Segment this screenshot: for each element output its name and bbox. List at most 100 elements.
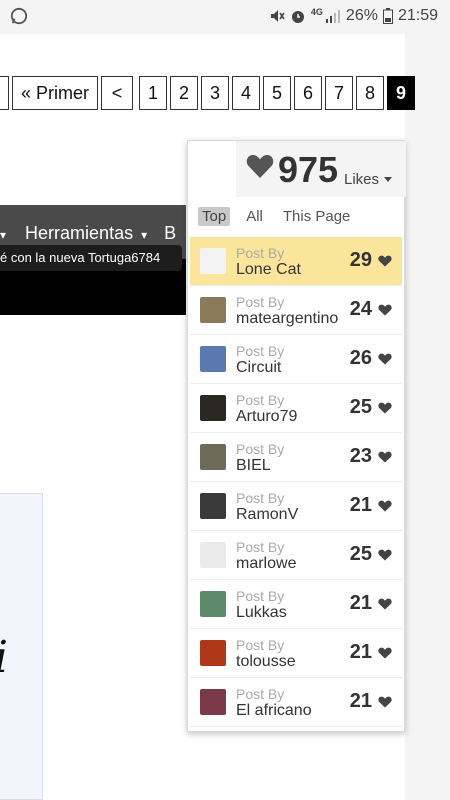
avatar[interactable] — [200, 297, 226, 323]
page-button-5[interactable]: 5 — [263, 76, 292, 110]
user-name[interactable]: tolousse — [236, 653, 296, 671]
page-button-4[interactable]: 4 — [232, 76, 261, 110]
signal-icon — [325, 10, 340, 23]
likes-label: Likes — [344, 171, 380, 188]
network-type: 4G — [310, 7, 323, 17]
heart-icon — [378, 549, 392, 561]
post-by-label: Post By — [236, 294, 285, 310]
battery-icon — [382, 8, 393, 24]
nav-item-herramientas[interactable]: Herramientas ▾ — [25, 223, 153, 243]
heart-icon — [378, 647, 392, 659]
user-name[interactable]: RamonV — [236, 506, 298, 524]
heart-icon — [246, 155, 274, 178]
post-by-label: Post By — [236, 637, 285, 653]
avatar[interactable] — [200, 493, 226, 519]
page-button-6[interactable]: 6 — [294, 76, 323, 110]
page-button-current[interactable]: 9 — [387, 76, 416, 110]
avatar[interactable] — [200, 346, 226, 372]
avatar[interactable] — [200, 395, 226, 421]
like-count: 21 — [349, 641, 372, 663]
heart-icon — [378, 353, 392, 365]
page-button-3[interactable]: 3 — [201, 76, 230, 110]
user-name[interactable]: mateargentino — [236, 310, 338, 328]
alarm-icon — [291, 11, 304, 23]
heart-icon — [378, 500, 392, 512]
list-item[interactable]: Post By BIEL 23 — [190, 433, 402, 482]
user-name[interactable]: Circuit — [236, 359, 281, 377]
list-item[interactable]: Post By Circuit 26 — [190, 335, 402, 384]
avatar[interactable] — [200, 640, 226, 666]
status-bar: 4G 26% 21:59 — [0, 0, 450, 34]
avatar[interactable] — [200, 689, 226, 715]
user-name[interactable]: BIEL — [236, 457, 271, 475]
like-count: 21 — [349, 494, 372, 516]
content-box: i — [0, 493, 43, 800]
news-ticker[interactable]: é con la nueva Tortuga6784 — [0, 245, 182, 271]
mute-icon — [270, 10, 285, 22]
user-name[interactable]: Lukkas — [236, 604, 287, 622]
tab-this-page[interactable]: This Page — [279, 207, 355, 226]
list-item[interactable]: Post By mateargentino 24 — [190, 286, 402, 335]
heart-icon — [378, 696, 392, 708]
user-name[interactable]: marlowe — [236, 555, 296, 573]
page-button-7[interactable]: 7 — [325, 76, 354, 110]
avatar[interactable] — [200, 542, 226, 568]
list-item[interactable]: Post By tolousse 21 — [190, 629, 402, 678]
list-item[interactable]: Post By Arturo79 25 — [190, 384, 402, 433]
partial-text: i — [0, 632, 8, 683]
nav-menu: ▾ Herramientas ▾ B — [0, 223, 182, 244]
likes-count: 975 — [278, 149, 339, 190]
avatar[interactable] — [200, 591, 226, 617]
user-name[interactable]: Lone Cat — [236, 261, 301, 279]
whatsapp-icon — [10, 7, 28, 25]
avatar[interactable] — [200, 444, 226, 470]
likes-tabs: Top All This Page — [198, 207, 354, 226]
likes-header[interactable]: 975 Likes — [236, 141, 406, 197]
battery-percent: 26% — [345, 7, 378, 24]
prev-page-button[interactable]: < — [101, 76, 134, 110]
likes-list: Post By Lone Cat 29 Post By mateargentino 24 P… — [190, 237, 402, 727]
post-by-label: Post By — [236, 245, 285, 261]
post-by-label: Post By — [236, 441, 285, 457]
like-count: 29 — [349, 249, 372, 271]
post-by-label: Post By — [236, 343, 285, 359]
chevron-down-icon — [384, 177, 392, 182]
clock: 21:59 — [397, 7, 438, 24]
like-count: 25 — [349, 543, 372, 565]
nav-item-partial[interactable]: B — [164, 223, 176, 243]
post-by-label: Post By — [236, 539, 285, 555]
like-count: 26 — [349, 347, 372, 369]
like-count: 24 — [349, 298, 372, 320]
heart-icon — [378, 304, 392, 316]
chevron-down-icon: ▾ — [141, 228, 148, 242]
like-count: 21 — [349, 592, 372, 614]
list-item[interactable]: Post By RamonV 21 — [190, 482, 402, 531]
list-item[interactable]: Post By marlowe 25 — [190, 531, 402, 580]
page-button-1[interactable]: 1 — [139, 76, 168, 110]
user-name[interactable]: El africano — [236, 702, 312, 720]
page-button-edge[interactable] — [0, 76, 9, 110]
heart-icon — [378, 451, 392, 463]
tab-top[interactable]: Top — [198, 207, 231, 226]
like-count: 23 — [349, 445, 372, 467]
post-by-label: Post By — [236, 490, 285, 506]
post-by-label: Post By — [236, 686, 285, 702]
list-item[interactable]: Post By Lukkas 21 — [190, 580, 402, 629]
avatar[interactable] — [200, 248, 226, 274]
nav-bar: ▾ Herramientas ▾ B é con la nueva Tortuga… — [0, 205, 186, 315]
list-item[interactable]: Post By El africano 21 — [190, 678, 402, 727]
heart-icon — [378, 402, 392, 414]
chevron-down-icon[interactable]: ▾ — [0, 228, 6, 242]
heart-icon — [378, 255, 392, 267]
post-by-label: Post By — [236, 588, 285, 604]
like-count: 21 — [349, 690, 372, 712]
pagination: « Primer < 1 2 3 4 5 6 7 8 9 — [0, 76, 416, 110]
first-page-button[interactable]: « Primer — [12, 76, 99, 110]
likes-widget: 975 Likes Top All This Page Post By Lone … — [187, 140, 406, 732]
page-button-8[interactable]: 8 — [356, 76, 385, 110]
heart-icon — [378, 598, 392, 610]
tab-all[interactable]: All — [242, 207, 267, 226]
list-item[interactable]: Post By Lone Cat 29 — [190, 237, 402, 286]
page-button-2[interactable]: 2 — [170, 76, 199, 110]
user-name[interactable]: Arturo79 — [236, 408, 297, 426]
